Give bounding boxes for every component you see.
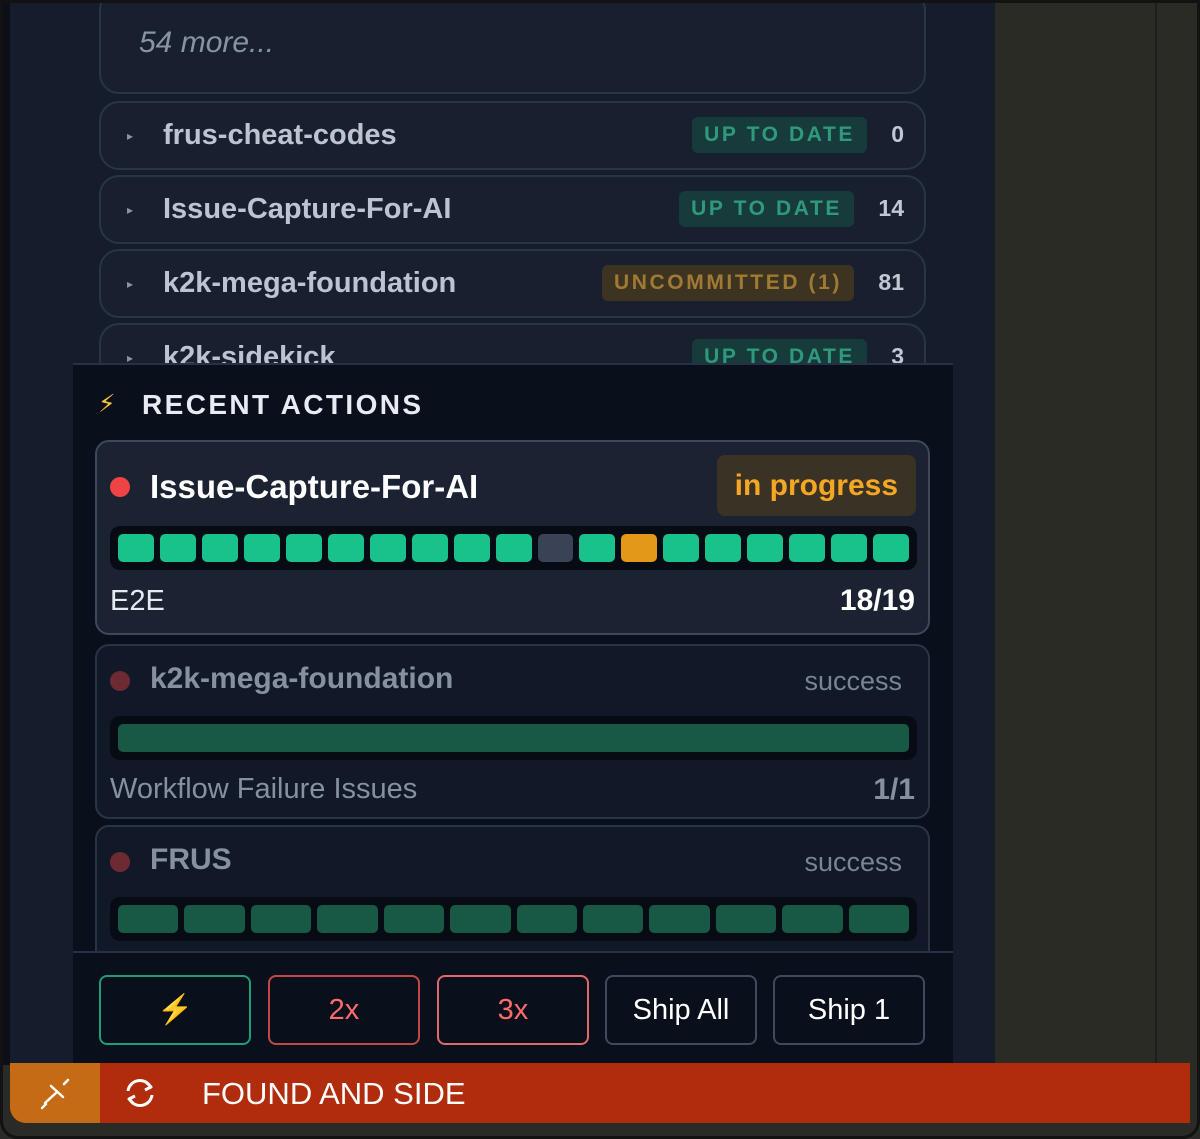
job-segment-success[interactable] [118,724,909,752]
job-segment-success[interactable] [831,534,868,562]
run-repo-name: k2k-mega-foundation [150,662,454,695]
repo-row-k2k-mega-foundation[interactable]: ▸ k2k-mega-foundation UNCOMMITTED (1) 81 [99,249,926,318]
job-segment-success[interactable] [243,534,280,562]
status-bar-text[interactable]: FOUND AND SIDE [202,1076,466,1112]
job-segment-success[interactable] [250,905,312,933]
job-segment-success[interactable] [747,534,784,562]
job-segment-success[interactable] [649,905,710,933]
expand-caret-icon[interactable]: ▸ [127,129,133,143]
sidebar-panel: 54 more... ▸ frus-cheat-codes UP TO DATE… [0,0,995,1065]
pane-divider[interactable] [1155,0,1157,1065]
run-status-badge: in progress [716,455,916,516]
editor-area [995,0,1200,1065]
run-status-label: success [804,847,902,877]
job-segment-success[interactable] [715,905,777,933]
repo-status-badge: UNCOMMITTED (1) [602,265,854,301]
job-progress-count: 1/1 [873,773,915,806]
job-segment-success[interactable] [369,534,406,562]
job-segment-success[interactable] [327,534,364,562]
job-progress-track [110,526,917,570]
job-segment-success[interactable] [663,534,700,562]
job-segment-running[interactable] [621,534,658,562]
more-repos-item[interactable]: 54 more... [99,0,926,94]
action-button-bar: ⚡ 2x 3x Ship All Ship 1 [73,951,953,1065]
job-segment-success[interactable] [383,905,445,933]
job-segment-success[interactable] [317,905,378,933]
repo-status-badge: UP TO DATE [692,117,867,153]
job-segment-success[interactable] [705,534,742,562]
run-card-k2k-mega-foundation[interactable]: k2k-mega-foundation success Workflow Fai… [95,644,930,819]
repo-count: 81 [878,269,904,295]
run-3x-button[interactable]: 3x [437,975,589,1045]
expand-caret-icon[interactable]: ▸ [127,277,133,291]
repo-count: 14 [878,195,904,221]
job-segment-success[interactable] [118,905,179,933]
recent-actions-panel: ⚡ RECENT ACTIONS Issue-Capture-For-AI in… [73,363,953,1065]
job-segment-success[interactable] [285,534,322,562]
quick-action-button[interactable]: ⚡ [99,975,251,1045]
more-repos-label: 54 more... [139,26,275,59]
job-segment-success[interactable] [453,534,490,562]
repo-status-badge: UP TO DATE [679,191,854,227]
job-segment-success[interactable] [495,534,532,562]
job-progress-track [110,897,917,941]
recent-actions-title: RECENT ACTIONS [142,389,424,420]
job-progress-track [110,716,917,760]
sync-icon [126,1079,154,1107]
remote-connection-button[interactable] [10,1063,100,1123]
job-segment-success[interactable] [582,905,644,933]
repo-name: Issue-Capture-For-AI [163,193,452,225]
run-status-dot [110,671,130,691]
repo-row-issue-capture-for-ai[interactable]: ▸ Issue-Capture-For-AI UP TO DATE 14 [99,175,926,244]
job-segment-success[interactable] [848,905,910,933]
sync-button[interactable] [120,1073,160,1118]
ship-all-button[interactable]: Ship All [605,975,757,1045]
lightning-icon: ⚡ [98,390,116,418]
expand-caret-icon[interactable]: ▸ [127,203,133,217]
job-segment-success[interactable] [201,534,238,562]
job-segment-success[interactable] [184,905,245,933]
run-repo-name: FRUS [150,843,232,876]
workflow-name: E2E [110,585,165,617]
repo-count: 0 [891,121,904,147]
job-segment-success[interactable] [450,905,511,933]
run-status-label: success [804,666,902,696]
status-bar: FOUND AND SIDE [10,1063,1190,1123]
job-segment-success[interactable] [873,534,910,562]
repo-row-frus-cheat-codes[interactable]: ▸ frus-cheat-codes UP TO DATE 0 [99,101,926,170]
run-card-issue-capture-for-ai[interactable]: Issue-Capture-For-AI in progress E2E 18/… [95,440,930,635]
run-status-dot [110,477,130,497]
remote-connection-icon [40,1078,70,1110]
job-segment-success[interactable] [579,534,616,562]
ship-one-button[interactable]: Ship 1 [773,975,925,1045]
job-segment-success[interactable] [516,905,577,933]
job-segment-pending[interactable] [537,534,574,562]
repo-name: k2k-mega-foundation [163,267,457,299]
job-segment-success[interactable] [411,534,448,562]
run-2x-button[interactable]: 2x [268,975,420,1045]
run-repo-name: Issue-Capture-For-AI [150,468,479,505]
job-segment-success[interactable] [789,534,826,562]
run-status-dot [110,852,130,872]
job-segment-success[interactable] [159,534,196,562]
job-segment-success[interactable] [118,534,154,562]
workflow-name: Workflow Failure Issues [110,773,418,805]
repo-name: frus-cheat-codes [163,119,397,151]
job-segment-success[interactable] [782,905,843,933]
job-progress-count: 18/19 [839,584,915,617]
